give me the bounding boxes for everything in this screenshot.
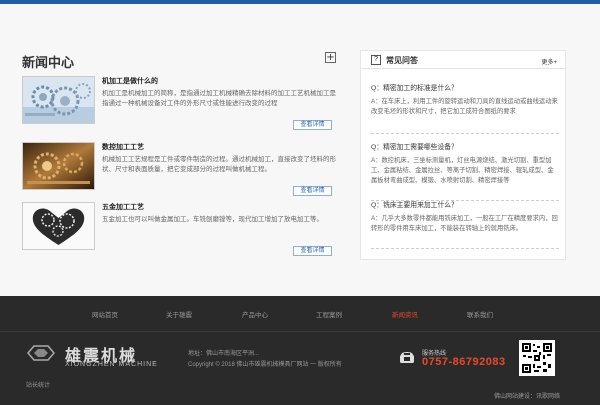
faq-item: Q：精密加工需要哪些设备？ A：数控机床，三坐标测量机，灯丝电源烧结、激光切割、… xyxy=(371,143,559,201)
faq-more-link[interactable]: 更多+ xyxy=(541,57,557,66)
site-footer: 网站首页 关于雄震 产品中心 工程案例 新闻资讯 联系我们 雄震机械 XIONG… xyxy=(0,296,600,405)
news-item: 机加工是做什么的 机加工是机械加工的简称，是指通过加工机械精确去除材料的加工工艺… xyxy=(22,76,342,130)
news-item-description: 机加工是机械加工的简称，是指通过加工机械精确去除材料的加工工艺机械加工是指通过一… xyxy=(102,90,336,107)
faq-question[interactable]: Q：精密加工需要哪些设备？ xyxy=(371,143,559,153)
news-center-title: 新闻中心 xyxy=(22,55,75,70)
faq-answer: A：在车床上，利用工件的旋转运动和刀具的直线运动或曲线运动来改变毛坯的形状和尺寸… xyxy=(371,98,558,115)
faq-title: 常见问答 xyxy=(386,56,418,65)
news-view-details-button[interactable]: 查看详情 xyxy=(293,246,332,256)
news-center: 新闻中心 + 机加工是做什么的 机加工是机械加工的简称，是指通过加工机械精确去除… xyxy=(22,44,342,284)
news-item-description: 机械加工工艺规程是工件或零件制造的过程。通过机械加工，直接改变了坯料的形状、尺寸… xyxy=(102,156,336,173)
news-thumbnail-machinery[interactable] xyxy=(22,142,95,190)
news-thumbnail-heart-gears[interactable] xyxy=(22,202,95,250)
faq-question[interactable]: Q：铣床主要用来加工什么？ xyxy=(371,201,559,211)
news-item: 数控加工工艺 机械加工工艺规程是工件或零件制造的过程。通过机械加工，直接改变了坯… xyxy=(22,142,342,196)
footer-copyright: Copyright © 2018 佛山市雄震机械模具厂网站 一 版权所有 xyxy=(188,362,342,368)
qrcode-image xyxy=(519,340,555,376)
footer-nav-news[interactable]: 新闻资讯 xyxy=(392,309,418,319)
footer-nav-home[interactable]: 网站首页 xyxy=(92,309,118,319)
hotline-number[interactable]: 0757-86792083 xyxy=(422,356,506,368)
faq-panel: ? 常见问答 更多+ Q：精密加工的标准是什么？ A：在车床上，利用工件的旋转运… xyxy=(360,50,566,260)
news-view-details-button[interactable]: 查看详情 xyxy=(293,186,332,196)
phone-icon xyxy=(400,352,414,363)
footer-nav: 网站首页 关于雄震 产品中心 工程案例 新闻资讯 联系我们 xyxy=(0,296,600,332)
question-icon: ? xyxy=(371,55,381,65)
faq-item: Q：铣床主要用来加工什么？ A：几乎大多数零件都能用铣床加工，一般在工厂在精度要… xyxy=(371,201,559,249)
company-logo[interactable]: 雄震机械 XIONGZHEN MACHINE xyxy=(26,342,158,370)
footer-nav-about[interactable]: 关于雄震 xyxy=(166,309,192,319)
news-expand-button[interactable]: + xyxy=(325,52,336,63)
logo-emblem-icon xyxy=(27,345,55,361)
footer-address: 地址：佛山市南海区平洲... xyxy=(188,351,260,357)
news-item-title[interactable]: 五金加工工艺 xyxy=(102,202,144,212)
logo-text-en: XIONGZHEN MACHINE xyxy=(65,361,158,368)
faq-question[interactable]: Q：精密加工的标准是什么？ xyxy=(371,84,559,94)
footer-nav-products[interactable]: 产品中心 xyxy=(242,309,268,319)
faq-answer: A：数控机床，三坐标测量机，灯丝电源烧结、激光切割、重型加工、金属粘结、金属拉丝… xyxy=(371,157,554,184)
news-thumbnail-gears[interactable] xyxy=(22,76,95,124)
faq-header: ? 常见问答 更多+ xyxy=(361,51,565,69)
news-item-title[interactable]: 数控加工工艺 xyxy=(102,142,144,152)
main-content: 新闻中心 + 机加工是做什么的 机加工是机械加工的简称，是指通过加工机械精确去除… xyxy=(0,4,600,296)
footer-info: 地址：佛山市南海区平洲... Copyright © 2018 佛山市雄震机械模… xyxy=(188,349,342,371)
news-item: 五金加工工艺 五金加工也可以叫做金属加工。车铣刨磨镗等，现代加工增加了放电加工等… xyxy=(22,202,342,256)
footer-credit[interactable]: 佛山网站建设：讯歌网络 xyxy=(494,391,560,400)
footer-nav-cases[interactable]: 工程案例 xyxy=(316,309,342,319)
news-item-description: 五金加工也可以叫做金属加工。车铣刨磨镗等，现代加工增加了放电加工等。 xyxy=(102,216,323,223)
news-view-details-button[interactable]: 查看详情 xyxy=(293,120,332,130)
faq-answer: A：几乎大多数零件都能用铣床加工，一般在工厂在精度要求内，回转形的零件用车床加工… xyxy=(371,215,558,232)
footer-nav-contact[interactable]: 联系我们 xyxy=(467,309,493,319)
faq-item: Q：精密加工的标准是什么？ A：在车床上，利用工件的旋转运动和刀具的直线运动或曲… xyxy=(371,84,559,134)
footer-stats-link[interactable]: 站长统计 xyxy=(26,380,50,389)
news-item-title[interactable]: 机加工是做什么的 xyxy=(102,76,158,86)
